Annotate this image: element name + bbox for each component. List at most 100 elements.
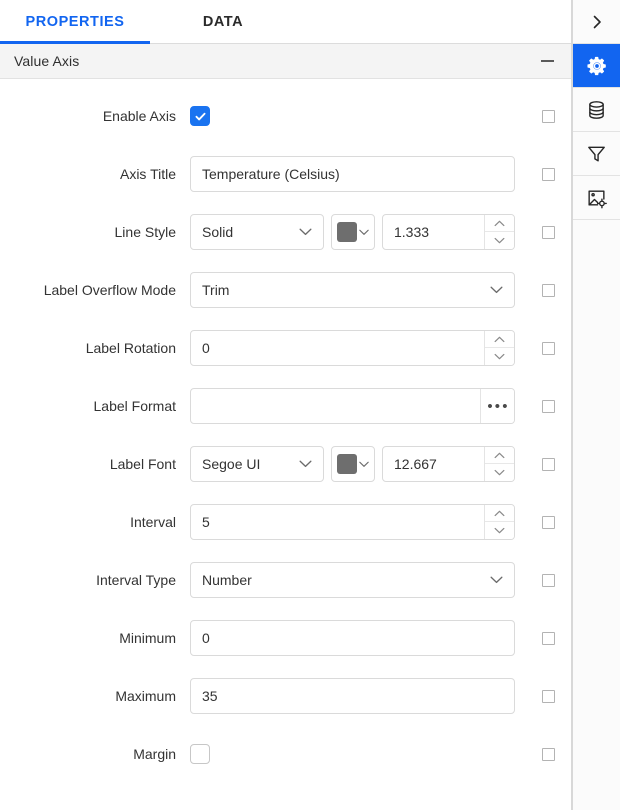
label-interval-type: Interval Type xyxy=(96,571,176,588)
minimum-input[interactable]: 0 xyxy=(190,620,515,656)
minus-icon[interactable] xyxy=(537,51,557,71)
rail-item-filter[interactable] xyxy=(573,132,620,176)
chevron-up-icon xyxy=(494,220,505,226)
chevron-down-icon xyxy=(490,286,503,294)
bind-checkbox-margin[interactable] xyxy=(541,747,555,761)
database-icon xyxy=(586,99,607,121)
maximum-input[interactable]: 35 xyxy=(190,678,515,714)
chevron-down-icon xyxy=(299,460,312,468)
label-format-more-button[interactable]: ••• xyxy=(480,389,514,423)
filter-icon xyxy=(586,143,607,165)
color-swatch xyxy=(337,222,357,242)
chevron-down-icon xyxy=(494,353,505,360)
interval-stepper[interactable]: 5 xyxy=(190,504,515,540)
chevron-up-icon xyxy=(494,510,505,516)
bind-checkbox-label-rotation[interactable] xyxy=(541,341,555,355)
gear-icon xyxy=(586,55,608,77)
label-font-family-select[interactable]: Segoe UI xyxy=(190,446,324,482)
line-width-value[interactable]: 1.333 xyxy=(383,215,484,249)
bind-checkbox-maximum[interactable] xyxy=(541,689,555,703)
expand-panel-button[interactable] xyxy=(573,0,620,44)
enable-axis-checkbox[interactable] xyxy=(190,106,210,126)
chevron-down-icon xyxy=(359,229,372,236)
tab-properties-label: PROPERTIES xyxy=(25,13,125,30)
stepper-up-button[interactable] xyxy=(485,505,514,522)
label-enable-axis: Enable Axis xyxy=(102,107,176,124)
label-label-overflow-mode: Label Overflow Mode xyxy=(43,281,176,298)
minimum-value: 0 xyxy=(202,630,210,646)
chevron-down-icon xyxy=(359,461,372,468)
stepper-up-button[interactable] xyxy=(485,447,514,464)
label-font-color-picker[interactable] xyxy=(331,446,375,482)
label-margin: Margin xyxy=(133,745,176,762)
row-label-overflow-mode: Label Overflow Mode Trim xyxy=(0,261,571,319)
bind-checkbox-minimum[interactable] xyxy=(541,631,555,645)
bind-checkbox-line-style[interactable] xyxy=(541,225,555,239)
bind-checkbox-axis-title[interactable] xyxy=(541,167,555,181)
line-width-stepper[interactable]: 1.333 xyxy=(382,214,515,250)
label-font-size-value[interactable]: 12.667 xyxy=(383,447,484,481)
label-axis-title: Axis Title xyxy=(119,165,176,182)
stepper-down-button[interactable] xyxy=(485,522,514,539)
image-settings-icon xyxy=(586,187,607,209)
form-body: Enable Axis Axis Title Temperature (Cels… xyxy=(0,79,571,810)
label-format-field[interactable]: ••• xyxy=(190,388,515,424)
label-format-input[interactable] xyxy=(191,389,480,423)
label-label-rotation: Label Rotation xyxy=(85,339,176,356)
check-icon xyxy=(195,112,205,120)
interval-value[interactable]: 5 xyxy=(191,505,484,539)
stepper-up-button[interactable] xyxy=(485,331,514,348)
row-minimum: Minimum 0 xyxy=(0,609,571,667)
stepper-down-button[interactable] xyxy=(485,348,514,365)
label-font-size-stepper[interactable]: 12.667 xyxy=(382,446,515,482)
tab-data[interactable]: DATA xyxy=(150,0,296,43)
bind-checkbox-enable-axis[interactable] xyxy=(541,109,555,123)
chevron-down-icon xyxy=(494,237,505,244)
axis-title-value: Temperature (Celsius) xyxy=(202,166,340,182)
row-label-format: Label Format ••• xyxy=(0,377,571,435)
line-style-select[interactable]: Solid xyxy=(190,214,324,250)
tab-data-label: DATA xyxy=(202,13,244,30)
bind-checkbox-label-format[interactable] xyxy=(541,399,555,413)
icon-rail xyxy=(572,0,620,810)
bind-checkbox-label-font[interactable] xyxy=(541,457,555,471)
bind-checkbox-interval[interactable] xyxy=(541,515,555,529)
chevron-down-icon xyxy=(494,527,505,534)
line-color-picker[interactable] xyxy=(331,214,375,250)
rail-item-image-settings[interactable] xyxy=(573,176,620,220)
tab-properties[interactable]: PROPERTIES xyxy=(0,0,150,44)
label-interval: Interval xyxy=(130,513,176,530)
interval-type-select[interactable]: Number xyxy=(190,562,515,598)
chevron-up-icon xyxy=(494,336,505,342)
color-swatch xyxy=(337,454,357,474)
chevron-up-icon xyxy=(494,452,505,458)
rail-item-settings[interactable] xyxy=(573,44,620,88)
properties-panel: PROPERTIES DATA Value Axis Enable Axis A… xyxy=(0,0,572,810)
properties-panel-window: PROPERTIES DATA Value Axis Enable Axis A… xyxy=(0,0,620,810)
label-overflow-mode-select[interactable]: Trim xyxy=(190,272,515,308)
row-maximum: Maximum 35 xyxy=(0,667,571,725)
label-line-style: Line Style xyxy=(114,223,176,240)
stepper-down-button[interactable] xyxy=(485,464,514,481)
label-rotation-value[interactable]: 0 xyxy=(191,331,484,365)
label-minimum: Minimum xyxy=(119,629,176,646)
row-label-font: Label Font Segoe UI 12.667 xyxy=(0,435,571,493)
label-font-family-value: Segoe UI xyxy=(202,456,261,472)
rail-item-data-source[interactable] xyxy=(573,88,620,132)
margin-checkbox[interactable] xyxy=(190,744,210,764)
chevron-right-icon xyxy=(590,14,604,30)
interval-type-value: Number xyxy=(202,572,252,588)
stepper-down-button[interactable] xyxy=(485,232,514,249)
label-rotation-stepper[interactable]: 0 xyxy=(190,330,515,366)
row-interval-type: Interval Type Number xyxy=(0,551,571,609)
line-style-value: Solid xyxy=(202,224,234,240)
row-enable-axis: Enable Axis xyxy=(0,87,571,145)
bind-checkbox-interval-type[interactable] xyxy=(541,573,555,587)
maximum-value: 35 xyxy=(202,688,218,704)
axis-title-input[interactable]: Temperature (Celsius) xyxy=(190,156,515,192)
bind-checkbox-label-overflow-mode[interactable] xyxy=(541,283,555,297)
chevron-down-icon xyxy=(299,228,312,236)
stepper-up-button[interactable] xyxy=(485,215,514,232)
section-header-value-axis[interactable]: Value Axis xyxy=(0,44,571,79)
tabstrip: PROPERTIES DATA xyxy=(0,0,571,44)
